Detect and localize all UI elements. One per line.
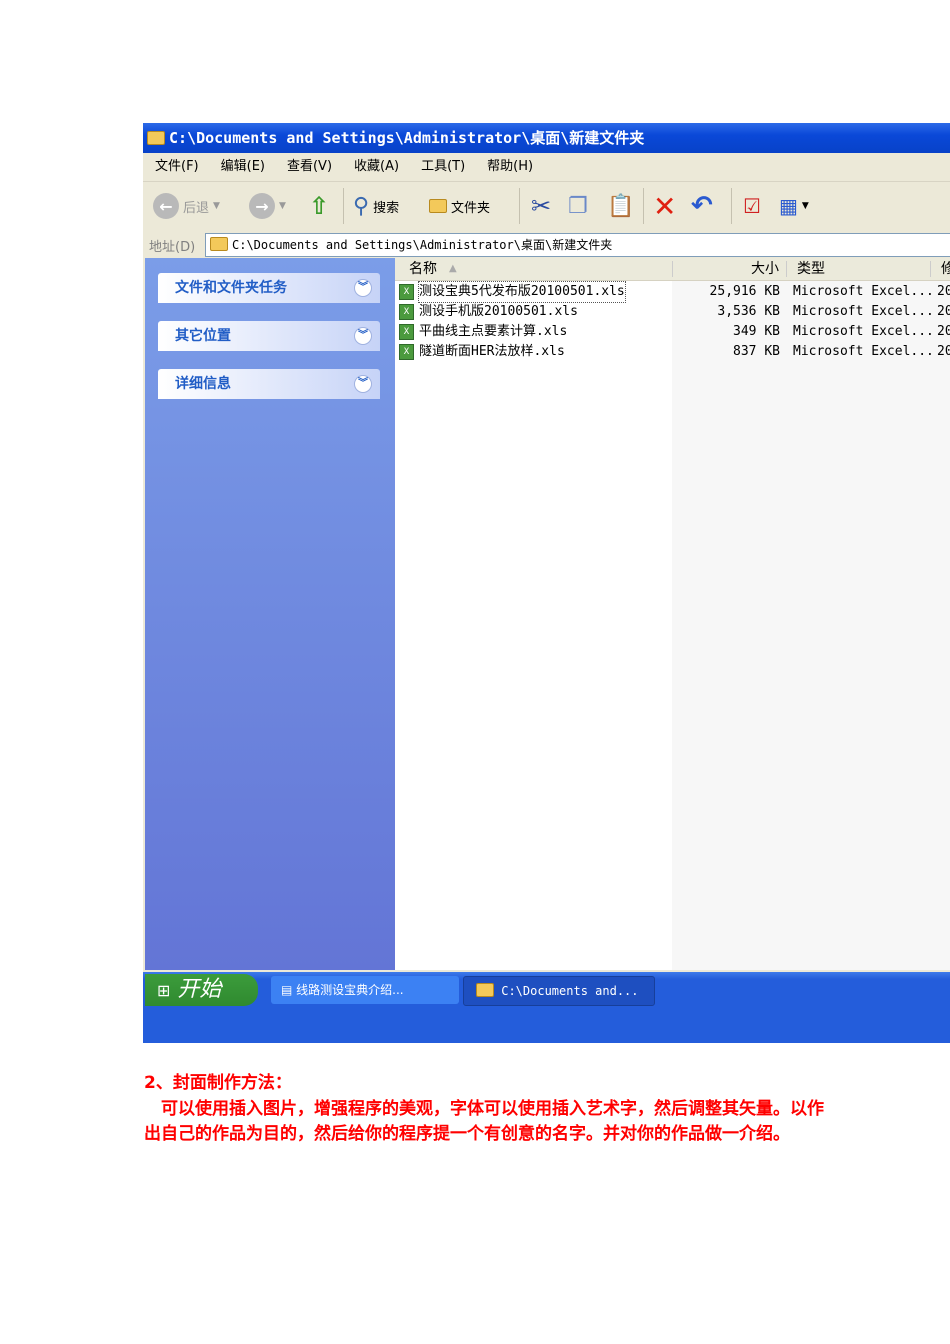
file-list: 名称 ▲ 大小 类型 修 X 测设宝典5代发布版20100501.xls 25,916… — [395, 258, 950, 970]
views-icon[interactable]: ▦ ▼ — [779, 182, 809, 230]
menu-view[interactable]: 查看(V) — [287, 159, 332, 174]
start-button[interactable]: ⊞ 开始 — [145, 974, 258, 1006]
address-bar: 地址(D) C:\Documents and Settings\Administ… — [143, 230, 950, 258]
task-file-folder[interactable]: 文件和文件夹任务 ︾ — [158, 273, 380, 303]
back-button[interactable]: ← 后退 ▼ — [153, 182, 220, 230]
col-name[interactable]: 名称 — [409, 258, 437, 280]
folder-icon — [476, 983, 494, 997]
menu-tools[interactable]: 工具(T) — [421, 159, 465, 174]
windows-logo-icon: ⊞ — [157, 981, 171, 1000]
menu-help[interactable]: 帮助(H) — [487, 159, 533, 174]
menu-favorites[interactable]: 收藏(A) — [354, 159, 399, 174]
delete-icon[interactable]: ✕ — [653, 182, 676, 230]
task-other-places[interactable]: 其它位置 ︾ — [158, 321, 380, 351]
task-pane: 文件和文件夹任务 ︾ 其它位置 ︾ 详细信息 ︾ — [145, 258, 395, 970]
taskbar-item-word[interactable]: ▤ 线路测设宝典介绍... — [271, 976, 459, 1004]
file-row[interactable]: X 平曲线主点要素计算.xls 349 KB Microsoft Excel... 20 — [395, 322, 950, 342]
up-folder-icon[interactable]: ⇧ — [309, 182, 329, 230]
folder-icon — [210, 237, 228, 251]
search-icon: ⚲ — [353, 193, 370, 219]
sort-up-icon: ▲ — [449, 263, 457, 274]
body-paragraph: 可以使用插入图片，增强程序的美观，字体可以使用插入艺术字，然后调整其矢量。以作出… — [144, 1098, 824, 1145]
cut-icon[interactable]: ✂ — [531, 182, 551, 230]
menu-file[interactable]: 文件(F) — [155, 159, 199, 174]
taskbar-item-explorer[interactable]: C:\Documents and... — [463, 976, 655, 1006]
menu-bar: 文件(F) 编辑(E) 查看(V) 收藏(A) 工具(T) 帮助(H) — [143, 153, 950, 182]
undo-icon[interactable]: ↶ — [691, 182, 713, 230]
excel-file-icon: X — [399, 324, 414, 340]
back-arrow-icon: ← — [153, 193, 179, 219]
col-type[interactable]: 类型 — [797, 258, 825, 280]
section-heading: 2、封面制作方法： — [144, 1073, 292, 1093]
explorer-screenshot: C:\Documents and Settings\Administrator\… — [143, 123, 950, 1043]
word-doc-icon: ▤ — [281, 983, 293, 997]
col-date[interactable]: 修 — [941, 258, 950, 280]
folder-icon — [147, 131, 165, 145]
forward-arrow-icon: → — [249, 193, 275, 219]
search-label: 搜索 — [373, 200, 400, 216]
task-details[interactable]: 详细信息 ︾ — [158, 369, 380, 399]
search-button[interactable]: ⚲ 搜索 — [353, 182, 399, 230]
file-row[interactable]: X 测设手机版20100501.xls 3,536 KB Microsoft Exce… — [395, 302, 950, 322]
toolbar: ← 后退 ▼ → ▼ ⇧ ⚲ 搜索 文件夹 ✂ ❐ 📋 ✕ ↶ ☑ ▦ ▼ — [143, 182, 950, 231]
chevron-down-icon[interactable]: ︾ — [354, 279, 372, 297]
address-label: 地址(D) — [149, 240, 196, 255]
excel-file-icon: X — [399, 304, 414, 320]
address-input[interactable]: C:\Documents and Settings\Administrator\… — [205, 233, 950, 257]
file-row[interactable]: X 隧道断面HER法放样.xls 837 KB Microsoft Excel... 2… — [395, 342, 950, 362]
window-title: C:\Documents and Settings\Administrator\… — [169, 129, 645, 147]
excel-file-icon: X — [399, 284, 414, 300]
chevron-down-icon[interactable]: ︾ — [354, 375, 372, 393]
excel-file-icon: X — [399, 344, 414, 360]
properties-icon[interactable]: ☑ — [743, 182, 761, 230]
chevron-down-icon[interactable]: ︾ — [354, 327, 372, 345]
forward-button[interactable]: → ▼ — [249, 182, 286, 230]
folders-icon — [429, 199, 447, 213]
address-value: C:\Documents and Settings\Administrator\… — [232, 238, 613, 252]
menu-edit[interactable]: 编辑(E) — [221, 159, 265, 174]
folders-label: 文件夹 — [451, 200, 491, 216]
col-size[interactable]: 大小 — [751, 258, 779, 280]
folders-button[interactable]: 文件夹 — [429, 182, 490, 230]
title-bar: C:\Documents and Settings\Administrator\… — [143, 123, 950, 153]
file-row[interactable]: X 测设宝典5代发布版20100501.xls 25,916 KB Microsoft… — [395, 281, 950, 303]
taskbar: ⊞ 开始 ▤ 线路测设宝典介绍... C:\Documents and... — [143, 972, 950, 1043]
paste-icon[interactable]: 📋 — [607, 182, 634, 230]
copy-icon[interactable]: ❐ — [568, 182, 588, 230]
list-header: 名称 ▲ 大小 类型 修 — [395, 258, 950, 281]
document-text: 2、封面制作方法： 可以使用插入图片，增强程序的美观，字体可以使用插入艺术字，然… — [144, 1071, 824, 1148]
back-label: 后退 — [183, 200, 210, 216]
